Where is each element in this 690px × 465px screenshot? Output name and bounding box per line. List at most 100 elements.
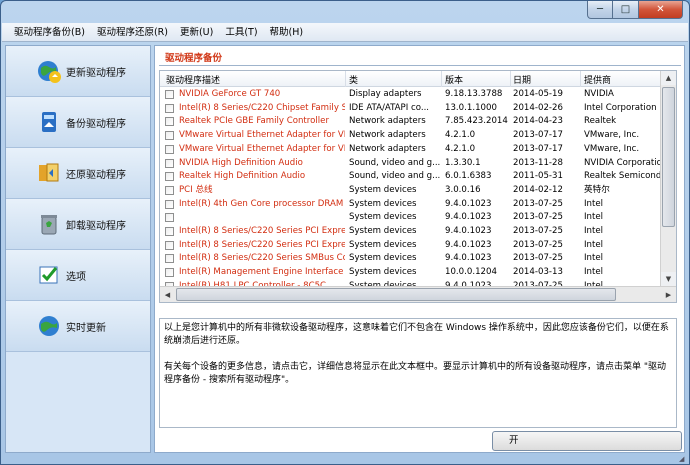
start-backup-button[interactable]: 开	[492, 431, 682, 451]
table-cell: Intel(R) Management Engine Interface	[179, 267, 344, 278]
sidebar: 更新驱动程序 备份驱动程序 还原驱动程序 卸载驱动程序 选项 实时更新	[5, 45, 151, 453]
live-update-icon	[36, 313, 62, 339]
resize-grip-icon[interactable]: ◢	[679, 455, 687, 463]
column-divider	[580, 71, 581, 87]
sidebar-item-backup-drivers[interactable]: 备份驱动程序	[6, 97, 150, 148]
row-checkbox[interactable]	[165, 213, 174, 223]
table-cell: Realtek PCIe GBE Family Controller	[179, 116, 329, 127]
table-cell: 2013-07-17	[513, 143, 563, 154]
scroll-thumb[interactable]	[662, 87, 675, 227]
table-cell: System devices	[349, 184, 417, 195]
table-cell: 英特尔	[584, 184, 610, 195]
maximize-button[interactable]: □	[613, 1, 639, 19]
table-cell: Intel(R) 4th Gen Core processor DRAM C..…	[179, 198, 345, 209]
row-checkbox[interactable]	[165, 131, 174, 141]
table-cell: System devices	[349, 267, 417, 278]
row-checkbox[interactable]	[165, 103, 174, 113]
row-checkbox[interactable]	[165, 144, 174, 154]
menu-driver-backup[interactable]: 驱动程序备份(B)	[8, 23, 91, 42]
table-row[interactable]: Intel(R) 8 Series/C220 Series PCI Expre s…	[160, 239, 660, 253]
column-header-date[interactable]: 日期	[513, 73, 531, 86]
row-checkbox[interactable]	[165, 240, 174, 250]
table-row[interactable]: Intel(R) 8 Series/C220 Series PCI Expre s…	[160, 225, 660, 239]
sidebar-item-live-update[interactable]: 实时更新	[6, 301, 150, 352]
table-row[interactable]: Intel(R) Management Engine Interface Syst…	[160, 266, 660, 280]
menu-help[interactable]: 帮助(H)	[264, 23, 310, 42]
table-cell: Intel(R) 8 Series/C220 Series PCI Expres…	[179, 239, 345, 250]
table-cell: 2014-04-23	[513, 116, 563, 127]
table-cell: Intel	[584, 226, 604, 236]
options-check-icon	[36, 262, 62, 288]
menu-update[interactable]: 更新(U)	[174, 23, 219, 42]
scroll-down-icon[interactable]: ▼	[661, 272, 676, 286]
table-cell: 2013-07-17	[513, 130, 563, 141]
table-cell: System devices	[349, 239, 417, 250]
sidebar-item-update-drivers[interactable]: 更新驱动程序	[6, 46, 150, 97]
table-cell: Realtek High Definition Audio	[179, 171, 306, 182]
row-checkbox[interactable]	[165, 185, 174, 195]
sidebar-item-label: 更新驱动程序	[66, 67, 126, 79]
row-checkbox[interactable]	[165, 90, 174, 99]
table-cell: 9.4.0.1023	[445, 253, 492, 264]
sidebar-item-restore-drivers[interactable]: 还原驱动程序	[6, 148, 150, 199]
table-row[interactable]: Intel(R) 8 Series/C220 Chipset Family SA…	[160, 102, 660, 116]
column-header-description[interactable]: 驱动程序描述	[166, 73, 220, 86]
table-cell: 9.4.0.1023	[445, 239, 492, 250]
scroll-up-icon[interactable]: ▲	[661, 71, 676, 85]
table-cell: Intel	[584, 267, 604, 278]
close-button[interactable]: ✕	[639, 1, 683, 19]
sidebar-item-label: 还原驱动程序	[66, 169, 126, 181]
horizontal-scrollbar[interactable]: ◀ ▶	[160, 286, 676, 302]
table-row[interactable]: PCI 总线 System devices 3.0.0.16 2014-02-12 英特…	[160, 184, 660, 198]
menu-tools[interactable]: 工具(T)	[219, 23, 263, 42]
row-checkbox[interactable]	[165, 199, 174, 209]
driver-table: 驱动程序描述 类 版本 日期 提供商 NVIDIA GeForce GT 740…	[159, 70, 677, 303]
row-checkbox[interactable]	[165, 254, 174, 264]
sidebar-item-options[interactable]: 选项	[6, 250, 150, 301]
table-cell: 2013-11-28	[513, 157, 563, 168]
table-row[interactable]: NVIDIA High Definition Audio Sound, video…	[160, 157, 660, 171]
column-header-version[interactable]: 版本	[445, 73, 463, 86]
table-row[interactable]: Intel(R) 8 Series/C220 Series SMBus Con.…	[160, 252, 660, 266]
table-row[interactable]: System devices 9.4.0.1023 2013-07-25 Intel	[160, 211, 660, 225]
table-cell: NVIDIA	[584, 89, 614, 99]
sidebar-item-label: 备份驱动程序	[66, 118, 126, 130]
globe-update-icon	[36, 58, 62, 84]
info-paragraph: 有关每个设备的更多信息，请点击它，详细信息将显示在此文本框中。要显示计算机中的所…	[164, 362, 667, 385]
table-cell: VMware Virtual Ethernet Adapter for VMn.…	[179, 143, 345, 154]
table-row[interactable]: Intel(R) 4th Gen Core processor DRAM C..…	[160, 198, 660, 212]
table-cell: 10.0.0.1204	[445, 267, 497, 278]
status-bar: ◢	[1, 454, 689, 464]
sidebar-item-uninstall-drivers[interactable]: 卸载驱动程序	[6, 199, 150, 250]
table-cell: 4.2.1.0	[445, 143, 476, 154]
app-window: ─ □ ✕ 驱动程序备份(B) 驱动程序还原(R) 更新(U) 工具(T) 帮助…	[0, 0, 690, 465]
vertical-scrollbar[interactable]: ▲ ▼	[660, 71, 676, 286]
table-row[interactable]: VMware Virtual Ethernet Adapter for VMn.…	[160, 129, 660, 143]
table-row[interactable]: Realtek High Definition Audio Sound, vide…	[160, 170, 660, 184]
menu-driver-restore[interactable]: 驱动程序还原(R)	[91, 23, 174, 42]
column-header-class[interactable]: 类	[349, 73, 358, 86]
table-cell: 2013-07-25	[513, 198, 563, 209]
divider	[159, 65, 681, 66]
table-cell: 9.4.0.1023	[445, 212, 492, 223]
table-cell: Display adapters	[349, 89, 422, 99]
table-cell: Network adapters	[349, 116, 426, 127]
row-checkbox[interactable]	[165, 117, 174, 127]
horizontal-scroll-thumb[interactable]	[176, 288, 616, 301]
table-cell: VMware Virtual Ethernet Adapter for VMn.…	[179, 130, 345, 141]
info-textbox[interactable]: 以上是您计算机中的所有非微软设备驱动程序，这意味着它们不包含在 Windows …	[159, 318, 677, 428]
table-cell: System devices	[349, 198, 417, 209]
table-row[interactable]: NVIDIA GeForce GT 740 Display adapters 9.1…	[160, 88, 660, 102]
row-checkbox[interactable]	[165, 158, 174, 168]
table-row[interactable]: Realtek PCIe GBE Family Controller Networ…	[160, 115, 660, 129]
scroll-right-icon[interactable]: ▶	[661, 287, 676, 302]
page-title: 驱动程序备份	[165, 53, 223, 64]
table-cell: PCI 总线	[179, 184, 213, 195]
row-checkbox[interactable]	[165, 227, 174, 236]
row-checkbox[interactable]	[165, 172, 174, 182]
row-checkbox[interactable]	[165, 268, 174, 278]
column-header-provider[interactable]: 提供商	[584, 73, 611, 86]
scroll-left-icon[interactable]: ◀	[160, 287, 175, 302]
minimize-button[interactable]: ─	[587, 1, 613, 19]
table-row[interactable]: VMware Virtual Ethernet Adapter for VMn.…	[160, 143, 660, 157]
